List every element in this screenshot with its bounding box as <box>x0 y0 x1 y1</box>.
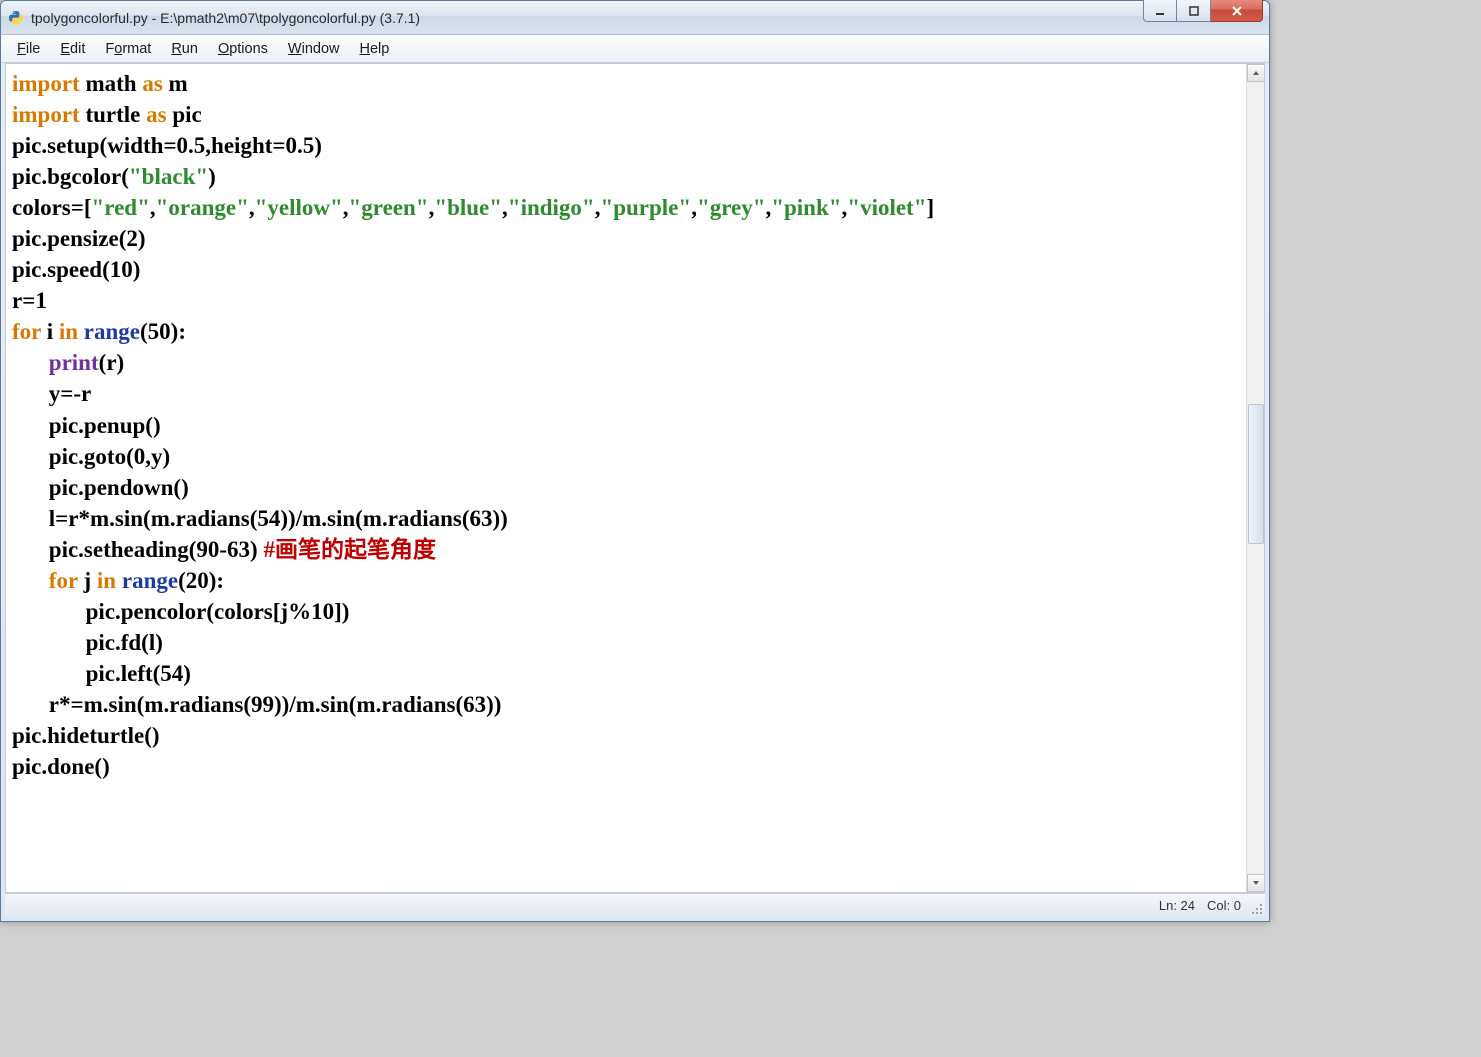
maximize-button[interactable] <box>1177 0 1211 22</box>
kw-as: as <box>142 71 162 96</box>
line-rmul: r*=m.sin(m.radians(99))/m.sin(m.radians(… <box>49 692 502 717</box>
status-line: Ln: 24 <box>1159 898 1195 913</box>
line-yeq: y=-r <box>49 381 91 406</box>
str-red: "red" <box>92 195 150 220</box>
str-pink: "pink" <box>771 195 841 220</box>
kw-as: as <box>146 102 166 127</box>
str-grey: "grey" <box>697 195 766 220</box>
line-pensize: pic.pensize(2) <box>12 226 146 251</box>
line-left: pic.left(54) <box>86 661 191 686</box>
line-penup: pic.penup() <box>49 413 161 438</box>
python-icon <box>7 9 25 27</box>
titlebar[interactable]: tpolygoncolorful.py - E:\pmath2\m07\tpol… <box>1 1 1269 35</box>
line-speed: pic.speed(10) <box>12 257 140 282</box>
line-bgcolor-pre: pic.bgcolor( <box>12 164 129 189</box>
str-indigo: "indigo" <box>508 195 595 220</box>
for-i-tail: (50): <box>140 319 186 344</box>
menu-window[interactable]: Window <box>278 39 350 59</box>
fn-range: range <box>122 568 178 593</box>
kw-import: import <box>12 102 80 127</box>
str-blue: "blue" <box>434 195 502 220</box>
line-hide: pic.hideturtle() <box>12 723 160 748</box>
idle-window: tpolygoncolorful.py - E:\pmath2\m07\tpol… <box>0 0 1270 922</box>
line-fd: pic.fd(l) <box>86 630 163 655</box>
menu-edit[interactable]: Edit <box>50 39 95 59</box>
resize-grip-icon[interactable] <box>1249 901 1263 915</box>
menu-options[interactable]: Options <box>208 39 278 59</box>
status-col: Col: 0 <box>1207 898 1241 913</box>
close-button[interactable] <box>1211 0 1263 22</box>
close-icon <box>1231 5 1243 17</box>
line-done: pic.done() <box>12 754 110 779</box>
chevron-down-icon <box>1252 879 1260 887</box>
str-yellow: "yellow" <box>255 195 343 220</box>
line-lcalc: l=r*m.sin(m.radians(54))/m.sin(m.radians… <box>49 506 508 531</box>
minimize-button[interactable] <box>1143 0 1177 22</box>
menu-file[interactable]: File <box>7 39 50 59</box>
kw-for: for <box>12 319 41 344</box>
vertical-scrollbar[interactable] <box>1246 64 1264 892</box>
line-setheading: pic.setheading(90-63) <box>49 537 264 562</box>
scroll-up-button[interactable] <box>1247 64 1265 82</box>
window-controls <box>1143 0 1263 22</box>
kw-import: import <box>12 71 80 96</box>
editor-area: import math as m import turtle as pic pi… <box>5 63 1265 893</box>
id-turtle: turtle <box>85 102 140 127</box>
id-math: math <box>85 71 136 96</box>
fn-range: range <box>84 319 140 344</box>
id-m: m <box>169 71 188 96</box>
comment: #画笔的起笔角度 <box>263 537 436 562</box>
menu-format[interactable]: Format <box>95 39 161 59</box>
chevron-up-icon <box>1252 69 1260 77</box>
statusbar: Ln: 24 Col: 0 <box>5 893 1265 917</box>
maximize-icon <box>1189 6 1199 16</box>
window-title: tpolygoncolorful.py - E:\pmath2\m07\tpol… <box>31 10 1143 26</box>
str-violet: "violet" <box>847 195 926 220</box>
str-green: "green" <box>349 195 429 220</box>
fn-print: print <box>49 350 99 375</box>
str-orange: "orange" <box>156 195 249 220</box>
code-editor[interactable]: import math as m import turtle as pic pi… <box>6 64 1246 892</box>
str-black: "black" <box>129 164 208 189</box>
line-pendown: pic.pendown() <box>49 475 189 500</box>
for-j-tail: (20): <box>178 568 224 593</box>
line-pencolor: pic.pencolor(colors[j%10]) <box>86 599 350 624</box>
line-r1: r=1 <box>12 288 47 313</box>
kw-in: in <box>97 568 116 593</box>
str-purple: "purple" <box>600 195 691 220</box>
scroll-thumb[interactable] <box>1248 404 1264 544</box>
line-colors-pre: colors=[ <box>12 195 92 220</box>
kw-in: in <box>59 319 78 344</box>
line-goto: pic.goto(0,y) <box>49 444 170 469</box>
scroll-down-button[interactable] <box>1247 874 1265 892</box>
line-setup: pic.setup(width=0.5,height=0.5) <box>12 133 322 158</box>
kw-for: for <box>49 568 78 593</box>
id-pic: pic <box>172 102 201 127</box>
minimize-icon <box>1155 6 1165 16</box>
menu-help[interactable]: Help <box>350 39 400 59</box>
menubar: File Edit Format Run Options Window Help <box>1 35 1269 63</box>
menu-run[interactable]: Run <box>161 39 208 59</box>
